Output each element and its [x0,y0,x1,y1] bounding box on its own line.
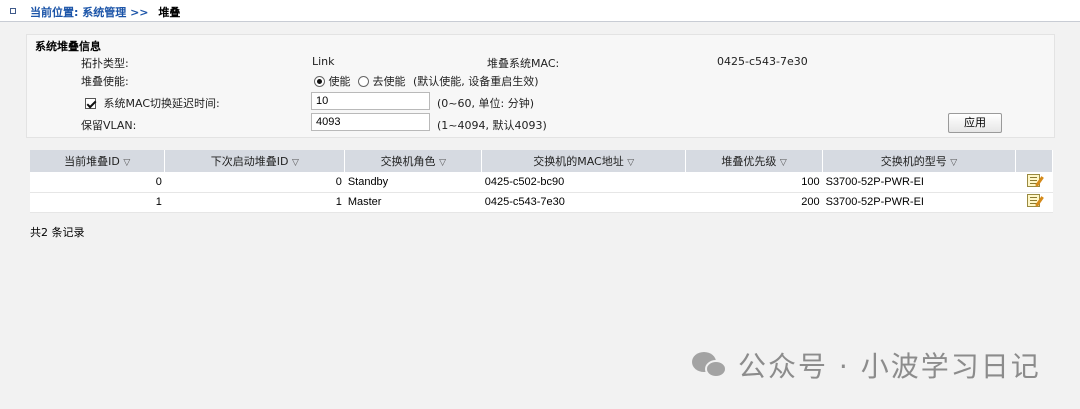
sort-triangle-icon: ▽ [123,158,131,168]
sort-triangle-icon: ▽ [950,158,958,168]
square-bullet-icon [10,8,16,14]
cell-priority: 200 [685,192,823,213]
sort-triangle-icon: ▽ [779,158,787,168]
wechat-logo-icon [692,350,730,380]
topology-value: Link [312,55,335,68]
cell-edit [1015,172,1053,193]
enable-radio-label: 使能 [328,75,351,88]
cell-edit [1015,192,1053,213]
cell-current-id: 1 [30,192,165,213]
edit-icon[interactable] [1027,194,1041,207]
sort-triangle-icon: ▽ [292,158,299,168]
mac-delay-input[interactable] [311,92,430,110]
col-header-role[interactable]: 交换机角色 ▽ [344,150,483,172]
sort-triangle-icon: ▽ [439,158,446,168]
disable-radio-label: 去使能 [372,75,406,88]
cell-priority: 100 [685,172,823,193]
cell-role: Master [344,192,482,213]
mac-delay-label: 系统MAC切换延迟时间: [103,97,220,110]
stack-enable-label: 堆叠使能: [81,75,129,88]
mac-delay-checkbox[interactable] [85,98,96,109]
reserved-vlan-input[interactable] [311,113,430,131]
cell-mac: 0425-c502-bc90 [481,172,686,193]
col-header-edit [1015,150,1054,172]
table-header-row: 当前堆叠ID ▽ 下次启动堆叠ID ▽ 交换机角色 ▽ 交换机的MAC地址 ▽ … [30,150,1054,172]
cell-model: S3700-52P-PWR-EI [822,192,1016,213]
breadcrumb-current: 堆叠 [158,6,181,19]
panel-title: 系统堆叠信息 [35,40,101,53]
stack-member-table: 当前堆叠ID ▽ 下次启动堆叠ID ▽ 交换机角色 ▽ 交换机的MAC地址 ▽ … [30,150,1054,213]
top-bar: 当前位置: 系统管理 >> 堆叠 [0,0,1080,22]
breadcrumb: 当前位置: 系统管理 >> 堆叠 [30,4,180,20]
vlan-hint: (1~4094, 默认4093) [437,119,547,132]
topology-label: 拓扑类型: [81,57,129,70]
cell-mac: 0425-c543-7e30 [481,192,686,213]
col-header-current-id[interactable]: 当前堆叠ID ▽ [30,150,166,172]
col-header-priority[interactable]: 堆叠优先级 ▽ [685,150,824,172]
stack-info-panel: 系统堆叠信息 拓扑类型: Link 堆叠系统MAC: 0425-c543-7e3… [26,34,1055,138]
breadcrumb-section-link[interactable]: 系统管理 >> [82,6,148,19]
apply-button[interactable]: 应用 [948,113,1002,133]
enable-radio[interactable] [314,76,325,87]
sort-triangle-icon: ▽ [627,158,635,168]
cell-role: Standby [344,172,482,193]
edit-icon[interactable] [1027,173,1041,187]
cell-next-id: 1 [164,192,345,213]
col-header-next-id[interactable]: 下次启动堆叠ID ▽ [164,150,346,172]
breadcrumb-prefix: 当前位置: [30,6,79,19]
cell-next-id: 0 [164,172,345,193]
enable-note: (默认使能, 设备重启生效) [413,75,539,88]
record-count: 共2 条记录 [30,226,85,239]
col-header-mac[interactable]: 交换机的MAC地址 ▽ [481,150,687,172]
mac-delay-label-group: 系统MAC切换延迟时间: [85,95,220,111]
disable-radio[interactable] [358,76,369,87]
cell-model: S3700-52P-PWR-EI [822,172,1016,193]
table-row: 1 1 Master 0425-c543-7e30 200 S3700-52P-… [30,192,1053,213]
watermark-text: 公众号 · 小波学习日记 [738,350,1041,383]
watermark: 公众号 · 小波学习日记 [692,345,1041,385]
cell-current-id: 0 [30,172,165,193]
stack-mac-value: 0425-c543-7e30 [717,55,808,68]
mac-delay-hint: (0~60, 单位: 分钟) [437,97,534,110]
stack-enable-group: 使能 去使能 (默认使能, 设备重启生效) [314,73,539,89]
stack-mac-label: 堆叠系统MAC: [487,57,560,70]
vlan-label: 保留VLAN: [81,119,137,132]
table-row: 0 0 Standby 0425-c502-bc90 100 S3700-52P… [30,172,1053,193]
col-header-model[interactable]: 交换机的型号 ▽ [822,150,1016,172]
